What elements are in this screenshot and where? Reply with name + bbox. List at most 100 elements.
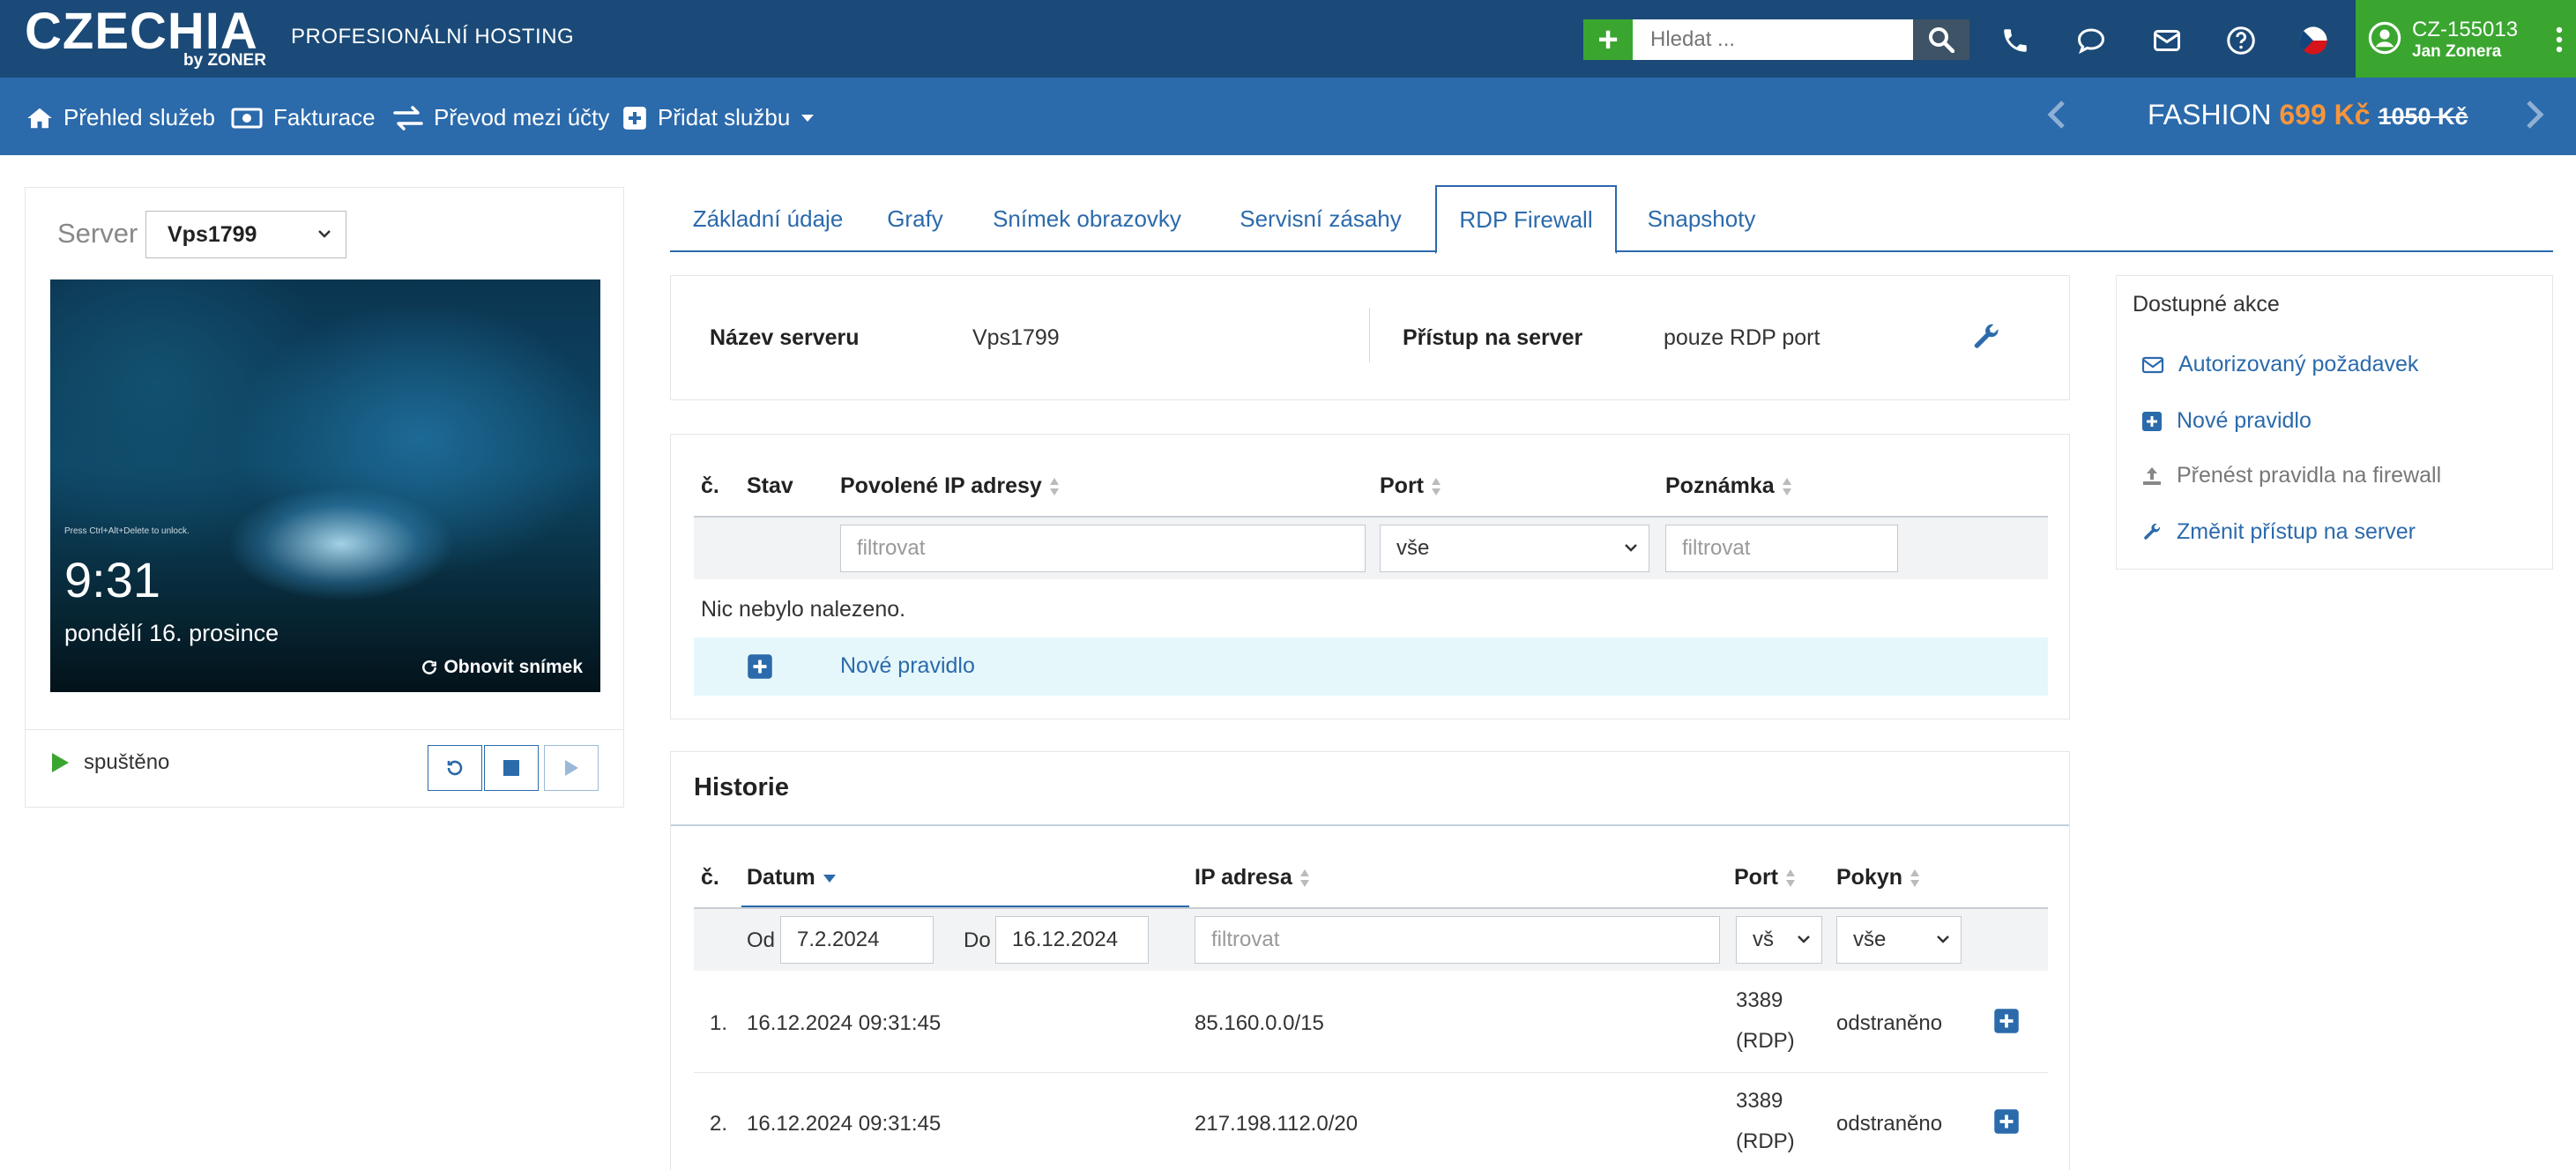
mail-button[interactable] bbox=[2149, 23, 2185, 58]
restart-button[interactable] bbox=[428, 745, 482, 791]
nav-item-transfer[interactable]: Převod mezi účty bbox=[393, 104, 609, 131]
lock-date: pondělí 16. prosince bbox=[64, 620, 279, 646]
sort-icon bbox=[1910, 868, 1920, 887]
restart-icon bbox=[447, 760, 463, 776]
promo-next-button[interactable] bbox=[2523, 99, 2546, 130]
new-rule-row[interactable]: Nové pravidlo bbox=[694, 637, 2048, 696]
add-rule-icon[interactable] bbox=[1993, 1108, 2020, 1135]
action-new-rule[interactable]: Nové pravidlo bbox=[2141, 408, 2312, 434]
sort-icon bbox=[1432, 477, 1441, 496]
sort-icon bbox=[1782, 477, 1791, 496]
tab-service-interventions[interactable]: Servisní zásahy bbox=[1210, 185, 1432, 252]
hist-col-date[interactable]: Datum bbox=[747, 865, 837, 891]
play-status-icon bbox=[52, 753, 69, 772]
table-row: 2. 16.12.2024 09:31:45 217.198.112.0/20 … bbox=[694, 1073, 2048, 1170]
ip-filter-input[interactable]: filtrovat bbox=[840, 525, 1366, 572]
action-transfer-rules[interactable]: Přenést pravidla na firewall bbox=[2141, 463, 2441, 488]
phone-button[interactable] bbox=[1998, 23, 2033, 58]
server-screenshot: Press Ctrl+Alt+Delete to unlock. 9:31 po… bbox=[50, 279, 600, 692]
server-name-value: Vps1799 bbox=[972, 325, 1060, 350]
new-rule-link[interactable]: Nové pravidlo bbox=[840, 653, 975, 679]
help-icon bbox=[2227, 26, 2255, 55]
help-button[interactable] bbox=[2223, 23, 2259, 58]
col-allowed-ips[interactable]: Povolené IP adresy bbox=[840, 473, 1060, 499]
chevron-down-icon bbox=[1937, 935, 1949, 943]
date-to-input[interactable]: 16.12.2024 bbox=[995, 916, 1149, 964]
add-rule-icon[interactable] bbox=[1993, 1008, 2020, 1034]
chevron-left-icon bbox=[2047, 101, 2065, 129]
hist-col-command[interactable]: Pokyn bbox=[1836, 865, 1920, 891]
sort-desc-icon bbox=[823, 874, 836, 883]
tagline: PROFESIONÁLNÍ HOSTING bbox=[291, 25, 575, 48]
hist-col-port[interactable]: Port bbox=[1734, 865, 1796, 891]
money-icon bbox=[231, 108, 263, 128]
caret-down-icon bbox=[801, 114, 815, 122]
wrench-icon[interactable] bbox=[1970, 322, 2002, 354]
search-input[interactable] bbox=[1633, 19, 1913, 60]
server-select[interactable]: Vps1799 bbox=[145, 211, 346, 258]
date-from-input[interactable]: 7.2.2024 bbox=[780, 916, 934, 964]
upload-icon bbox=[2143, 466, 2161, 485]
logo[interactable]: CZECHIA bbox=[25, 5, 258, 58]
history-command-select[interactable]: vše bbox=[1836, 916, 1962, 964]
chevron-down-icon bbox=[318, 230, 331, 238]
top-header: CZECHIA by ZONER PROFESIONÁLNÍ HOSTING +… bbox=[0, 0, 2576, 78]
server-name-label: Název serveru bbox=[710, 325, 860, 350]
promo-banner[interactable]: FASHION 699 Kč 1050 Kč bbox=[2148, 99, 2468, 131]
firewall-rules-table: č. Stav Povolené IP adresy Port Poznámka… bbox=[670, 434, 2070, 719]
from-label: Od bbox=[747, 928, 776, 952]
note-filter-input[interactable]: filtrovat bbox=[1665, 525, 1898, 572]
lock-time: 9:31 bbox=[64, 552, 160, 607]
nav-item-add-service[interactable]: Přidat službu bbox=[622, 104, 815, 131]
refresh-icon bbox=[422, 660, 437, 674]
rules-filter-row: filtrovat vše filtrovat bbox=[694, 516, 2048, 579]
promo-prev-button[interactable] bbox=[2045, 99, 2068, 130]
hist-col-ip[interactable]: IP adresa bbox=[1195, 865, 1310, 891]
tab-rdp-firewall[interactable]: RDP Firewall bbox=[1435, 185, 1617, 254]
refresh-screenshot-button[interactable]: Obnovit snímek bbox=[421, 657, 583, 678]
start-button[interactable] bbox=[544, 745, 599, 791]
chevron-down-icon bbox=[1625, 544, 1637, 552]
account-menu[interactable]: CZ-155013 Jan Zonera bbox=[2356, 0, 2576, 78]
transfer-icon bbox=[393, 105, 423, 130]
history-ip-filter-input[interactable]: filtrovat bbox=[1195, 916, 1720, 964]
available-actions: Dostupné akce Autorizovaný požadavek Nov… bbox=[2116, 275, 2553, 570]
add-service-button[interactable]: + bbox=[1583, 19, 1633, 60]
stop-icon bbox=[503, 760, 519, 776]
nav-item-billing[interactable]: Fakturace bbox=[231, 104, 376, 131]
actions-title: Dostupné akce bbox=[2133, 292, 2280, 317]
action-change-access[interactable]: Změnit přístup na server bbox=[2141, 519, 2416, 545]
stop-button[interactable] bbox=[484, 745, 539, 791]
action-authorized-request[interactable]: Autorizovaný požadavek bbox=[2141, 352, 2418, 377]
tab-snapshots[interactable]: Snapshoty bbox=[1617, 185, 1786, 252]
plus-icon: + bbox=[1597, 19, 1619, 59]
search-button[interactable] bbox=[1913, 19, 1969, 60]
server-panel: Server Vps1799 Press Ctrl+Alt+Delete to … bbox=[25, 187, 624, 808]
to-label: Do bbox=[964, 928, 991, 952]
divider bbox=[1369, 308, 1370, 362]
port-filter-select[interactable]: vše bbox=[1380, 525, 1649, 572]
server-status: spuštěno bbox=[50, 750, 169, 775]
promo-old-price: 1050 Kč bbox=[2378, 103, 2468, 130]
tab-basic-info[interactable]: Základní údaje bbox=[670, 185, 866, 252]
history-port-select[interactable]: vš bbox=[1736, 916, 1822, 964]
hist-col-number: č. bbox=[701, 865, 719, 890]
history-section: Historie č. Datum IP adresa Port Pokyn O… bbox=[670, 751, 2070, 1170]
account-id: CZ-155013 bbox=[2412, 18, 2519, 41]
chat-button[interactable] bbox=[2073, 23, 2109, 58]
plus-square-icon bbox=[2142, 411, 2162, 431]
col-note[interactable]: Poznámka bbox=[1665, 473, 1792, 499]
nav-item-services[interactable]: Přehled služeb bbox=[26, 104, 215, 131]
sort-icon bbox=[1299, 868, 1309, 887]
plus-square-icon[interactable] bbox=[747, 653, 773, 680]
language-button[interactable] bbox=[2296, 23, 2331, 58]
tabs-bar: Základní údaje Grafy Snímek obrazovky Se… bbox=[670, 185, 2553, 254]
more-vertical-icon[interactable] bbox=[2555, 26, 2564, 53]
col-port[interactable]: Port bbox=[1380, 473, 1441, 499]
divider bbox=[671, 824, 2069, 826]
chevron-down-icon bbox=[1798, 935, 1810, 943]
tab-graphs[interactable]: Grafy bbox=[866, 185, 964, 252]
chat-icon bbox=[2077, 28, 2105, 55]
tab-screenshot[interactable]: Snímek obrazovky bbox=[964, 185, 1210, 252]
server-access-label: Přístup na server bbox=[1403, 325, 1583, 350]
